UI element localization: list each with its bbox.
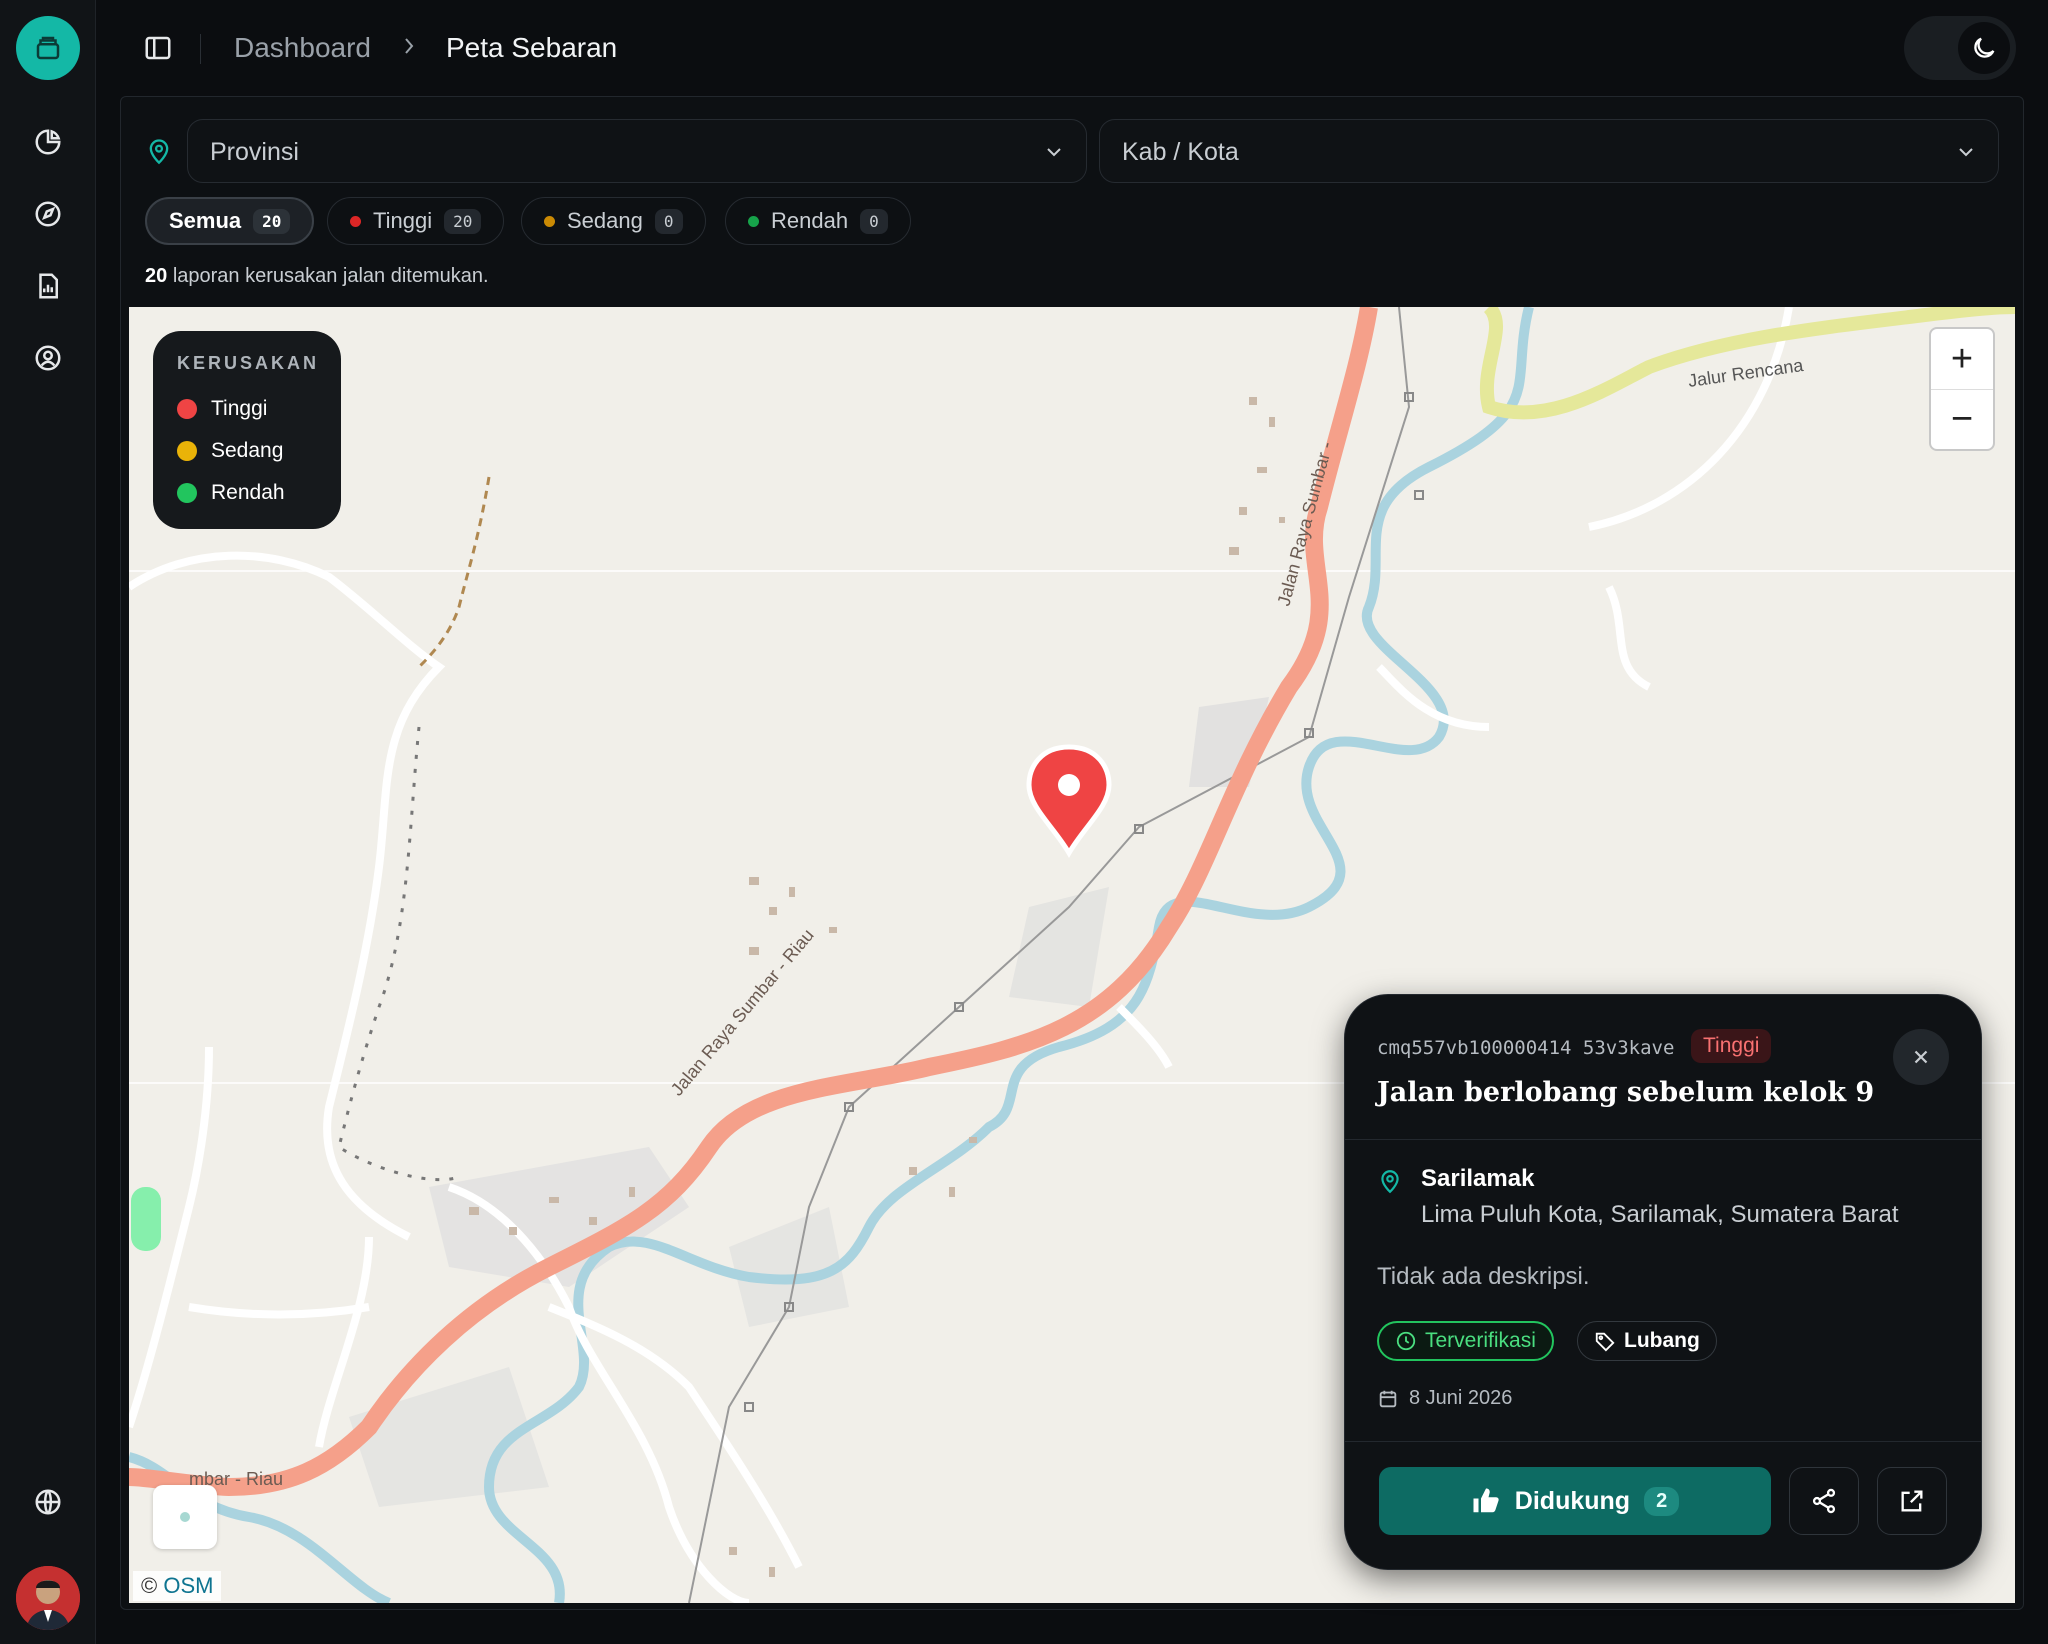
location-detail: Lima Puluh Kota, Sarilamak, Sumatera Bar…: [1421, 1201, 1899, 1228]
nav-reports-icon[interactable]: [24, 262, 72, 310]
app-logo[interactable]: [16, 16, 80, 80]
report-title: Jalan berlobang sebelum kelok 9: [1377, 1077, 1875, 1108]
map-attribution: © OSM: [133, 1571, 222, 1601]
chip-count: 20: [444, 208, 482, 234]
map-legend: KERUSAKAN Tinggi Sedang Rendah: [153, 331, 341, 529]
legend-dot: [177, 441, 197, 461]
severity-dot: [748, 215, 759, 227]
zoom-control: + −: [1929, 327, 1995, 451]
zoom-in-button[interactable]: +: [1931, 329, 1993, 389]
locate-dot-icon: [180, 1512, 190, 1522]
severity-dot: [350, 215, 361, 227]
report-description: Tidak ada deskripsi.: [1377, 1263, 1590, 1290]
close-icon[interactable]: [1893, 1029, 1949, 1085]
support-button[interactable]: Didukung 2: [1379, 1467, 1771, 1535]
toggle-sidebar-icon[interactable]: [136, 26, 180, 70]
moon-icon: [1958, 22, 2010, 74]
chip-sedang[interactable]: Sedang 0: [521, 197, 706, 245]
report-id: cmq557vb100000414 53v3kave: [1377, 1037, 1675, 1059]
chip-tinggi[interactable]: Tinggi 20: [327, 197, 505, 245]
page-title: Peta Sebaran: [446, 32, 618, 63]
legend-dot: [177, 399, 197, 419]
chip-label: Rendah: [771, 208, 849, 233]
city-select-label: Kab / Kota: [1122, 138, 1239, 166]
report-count-text: 20 laporan kerusakan jalan ditemukan.: [145, 265, 489, 288]
divider: [1345, 1441, 1981, 1442]
category-label: Lubang: [1624, 1329, 1700, 1352]
share-icon: [1812, 1488, 1836, 1514]
support-label: Didukung: [1514, 1486, 1631, 1515]
province-select-label: Provinsi: [210, 138, 299, 166]
city-select[interactable]: Kab / Kota: [1099, 119, 1999, 183]
location-name: Sarilamak: [1421, 1165, 1535, 1192]
external-link-icon: [1901, 1490, 1923, 1512]
user-avatar[interactable]: [16, 1566, 80, 1630]
language-globe-icon[interactable]: [24, 1478, 72, 1526]
divider: [200, 34, 201, 64]
report-popup: cmq557vb100000414 53v3kave Tinggi Jalan …: [1344, 994, 1982, 1570]
report-count-label: laporan kerusakan jalan ditemukan.: [172, 265, 489, 287]
chip-count: 0: [860, 208, 888, 234]
legend-label: Rendah: [211, 481, 285, 504]
divider: [1345, 1139, 1981, 1140]
nav-map-compass-icon[interactable]: [24, 190, 72, 238]
nav-dashboard-icon[interactable]: [24, 118, 72, 166]
category-badge: Lubang: [1577, 1321, 1717, 1361]
chip-label: Semua: [169, 208, 242, 233]
legend-dot: [177, 483, 197, 503]
chip-count: 20: [253, 208, 291, 234]
clock-icon: [1396, 1331, 1416, 1351]
chevron-down-icon: [1954, 140, 1978, 169]
province-select[interactable]: Provinsi: [187, 119, 1087, 183]
thumbs-up-icon: [1473, 1488, 1499, 1513]
location-pin-icon: [1377, 1167, 1403, 1200]
location-pin-icon: [145, 137, 173, 170]
chevron-right-icon: [402, 34, 416, 63]
legend-item-tinggi: Tinggi: [177, 388, 317, 430]
legend-item-sedang: Sedang: [177, 430, 317, 472]
osm-link[interactable]: OSM: [163, 1573, 213, 1598]
top-bar: Dashboard Peta Sebaran: [96, 0, 2048, 96]
date-label: 8 Juni 2026: [1409, 1387, 1513, 1409]
chip-count: 0: [654, 208, 683, 234]
share-button[interactable]: [1789, 1467, 1859, 1535]
chip-rendah[interactable]: Rendah 0: [725, 197, 911, 245]
calendar-icon: [1379, 1390, 1397, 1407]
severity-badge: Tinggi: [1691, 1029, 1772, 1063]
legend-item-rendah: Rendah: [177, 472, 317, 514]
report-date: 8 Juni 2026: [1377, 1387, 1512, 1410]
locate-me-button[interactable]: [153, 1485, 217, 1549]
theme-toggle[interactable]: [1904, 16, 2016, 80]
legend-title: KERUSAKAN: [177, 353, 320, 373]
tag-icon: [1595, 1332, 1615, 1352]
status-label: Terverifikasi: [1425, 1329, 1536, 1352]
status-badge: Terverifikasi: [1377, 1321, 1554, 1361]
breadcrumb-dashboard[interactable]: Dashboard: [234, 32, 371, 64]
severity-dot: [544, 215, 555, 227]
nav-profile-icon[interactable]: [24, 334, 72, 382]
legend-label: Tinggi: [211, 397, 268, 420]
chip-label: Tinggi: [373, 208, 433, 233]
attribution-prefix: ©: [141, 1573, 158, 1598]
sidebar: [0, 0, 96, 1644]
legend-label: Sedang: [211, 439, 284, 462]
support-count: 2: [1644, 1486, 1680, 1516]
chip-semua[interactable]: Semua 20: [145, 197, 315, 245]
open-external-button[interactable]: [1877, 1467, 1947, 1535]
chevron-down-icon: [1042, 140, 1066, 169]
chip-label: Sedang: [567, 208, 643, 233]
zoom-out-button[interactable]: −: [1931, 389, 1993, 449]
report-count-number: 20: [145, 265, 168, 287]
